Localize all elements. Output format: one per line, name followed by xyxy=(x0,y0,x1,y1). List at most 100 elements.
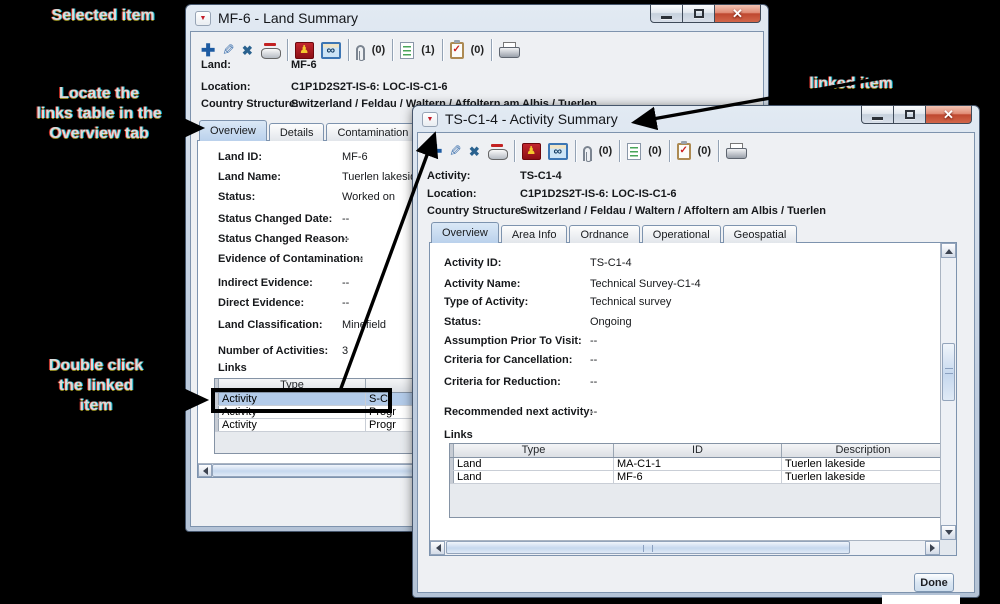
add-button[interactable]: ✚ xyxy=(201,42,215,59)
tasks-count: (0) xyxy=(698,145,711,157)
close-button[interactable]: ✕ xyxy=(714,4,761,23)
column-header-type[interactable]: Type xyxy=(454,444,614,457)
land-toolbar: ✚ ✎ ✖ ♟ ∞ (0) (1) ✓ (0) xyxy=(201,38,518,62)
minimize-button[interactable] xyxy=(650,4,683,23)
links-table-header[interactable]: Type ID Description xyxy=(450,444,945,458)
search-button[interactable]: ∞ xyxy=(321,42,341,59)
toolbar-divider xyxy=(287,39,288,61)
print-button[interactable] xyxy=(726,143,745,159)
field-label: Indirect Evidence: xyxy=(218,277,313,289)
field-label: Status: xyxy=(218,191,255,203)
column-header-description[interactable]: Description xyxy=(782,444,945,457)
activity-toolbar: ✚ ✎ ✖ ♟ ∞ (0) (0) ✓ (0) xyxy=(428,139,745,163)
report-button[interactable]: ♟ xyxy=(295,42,314,59)
activity-window-titlebar[interactable]: ▼ TS-C1-4 - Activity Summary ✕ xyxy=(413,106,979,132)
links-heading: Links xyxy=(444,429,473,441)
search-button[interactable]: ∞ xyxy=(548,143,568,160)
notes-icon[interactable] xyxy=(400,42,414,59)
field-label: Land ID: xyxy=(218,151,262,163)
field-value: 3 xyxy=(342,345,348,357)
location-label: Location: xyxy=(427,188,477,200)
horizontal-scrollbar[interactable] xyxy=(430,540,940,555)
scroll-down-button[interactable] xyxy=(941,525,956,540)
edit-button[interactable]: ✎ xyxy=(222,43,235,58)
scroll-left-button[interactable] xyxy=(430,541,445,555)
down-arrow-icon xyxy=(945,530,953,539)
maximize-button[interactable] xyxy=(893,105,926,124)
attachment-count: (0) xyxy=(372,44,385,56)
field-label: Criteria for Cancellation: xyxy=(444,354,572,366)
minimize-icon xyxy=(872,117,883,120)
field-value: -- xyxy=(342,297,349,309)
scroll-left-button[interactable] xyxy=(198,464,212,477)
attachment-icon[interactable] xyxy=(583,146,592,161)
table-row[interactable]: Land MF-6 Tuerlen lakeside xyxy=(450,471,945,484)
land-window-titlebar[interactable]: ▼ MF-6 - Land Summary ✕ xyxy=(186,5,768,31)
toolbar-divider xyxy=(491,39,492,61)
field-value: -- xyxy=(590,406,597,418)
scroll-up-button[interactable] xyxy=(941,243,956,258)
close-button[interactable]: ✕ xyxy=(925,105,972,124)
delete-button[interactable]: ✖ xyxy=(242,44,253,57)
tab-geospatial[interactable]: Geospatial xyxy=(723,225,798,243)
activity-value: TS-C1-4 xyxy=(520,170,562,182)
maximize-button[interactable] xyxy=(682,4,715,23)
done-button[interactable]: Done xyxy=(914,573,954,592)
window-menu-icon[interactable]: ▼ xyxy=(422,112,438,127)
field-label: Activity Name: xyxy=(444,278,520,290)
field-value: -- xyxy=(356,253,363,265)
table-row[interactable]: Land MA-C1-1 Tuerlen lakeside xyxy=(450,458,945,471)
country-structure-label: Country Structure: xyxy=(201,98,299,110)
window-menu-icon[interactable]: ▼ xyxy=(195,11,211,26)
tab-contamination[interactable]: Contamination xyxy=(326,123,419,141)
delete-button[interactable]: ✖ xyxy=(469,145,480,158)
minimize-button[interactable] xyxy=(861,105,894,124)
tab-overview[interactable]: Overview xyxy=(199,120,267,141)
cell-type: Land xyxy=(454,471,614,483)
thumb-grip xyxy=(643,545,653,552)
location-label: Location: xyxy=(201,81,251,93)
tasks-icon[interactable]: ✓ xyxy=(450,42,464,59)
annotation-line: the linked xyxy=(20,376,172,396)
column-header-id[interactable]: ID xyxy=(614,444,782,457)
print-button[interactable] xyxy=(499,42,518,58)
tab-operational[interactable]: Operational xyxy=(642,225,721,243)
stamp-button[interactable] xyxy=(487,143,507,160)
scrollbar-thumb[interactable] xyxy=(446,541,850,554)
cell-description: Tuerlen lakeside xyxy=(782,471,945,483)
scroll-right-button[interactable] xyxy=(925,541,940,555)
scrollbar-thumb[interactable] xyxy=(942,343,955,401)
location-value: C1P1D2S2T-IS-6: LOC-IS-C1-6 xyxy=(520,188,676,200)
close-icon: ✕ xyxy=(732,7,743,20)
notes-count: (0) xyxy=(648,145,661,157)
cell-type: Land xyxy=(454,458,614,470)
stamp-button[interactable] xyxy=(260,42,280,59)
tab-overview[interactable]: Overview xyxy=(431,222,499,243)
activity-summary-window: ▼ TS-C1-4 - Activity Summary ✕ ✚ ✎ ✖ ♟ ∞… xyxy=(412,105,980,598)
toolbar-divider xyxy=(619,140,620,162)
tab-ordnance[interactable]: Ordnance xyxy=(569,225,639,243)
report-button[interactable]: ♟ xyxy=(522,143,541,160)
field-label: Type of Activity: xyxy=(444,296,528,308)
attachment-icon[interactable] xyxy=(356,45,365,60)
cell-id: MF-6 xyxy=(614,471,782,483)
tab-details[interactable]: Details xyxy=(269,123,325,141)
notes-icon[interactable] xyxy=(627,143,641,160)
field-value: Tuerlen lakeside xyxy=(342,171,422,183)
annotation-line: item xyxy=(20,396,172,416)
toolbar-divider xyxy=(669,140,670,162)
field-value: -- xyxy=(342,277,349,289)
add-button[interactable]: ✚ xyxy=(428,143,442,160)
land-value: MF-6 xyxy=(291,59,317,71)
activity-overview-panel: Activity ID: TS-C1-4 Activity Name: Tech… xyxy=(429,242,957,556)
edit-button[interactable]: ✎ xyxy=(449,144,462,159)
field-value: Minefield xyxy=(342,319,386,331)
maximize-icon xyxy=(694,9,704,18)
tab-area-info[interactable]: Area Info xyxy=(501,225,568,243)
tasks-icon[interactable]: ✓ xyxy=(677,143,691,160)
window-title: TS-C1-4 - Activity Summary xyxy=(445,111,618,127)
field-label: Activity ID: xyxy=(444,257,501,269)
field-label: Land Classification: xyxy=(218,319,323,331)
vertical-scrollbar[interactable] xyxy=(940,243,956,540)
annotation-line: Double click xyxy=(20,356,172,376)
